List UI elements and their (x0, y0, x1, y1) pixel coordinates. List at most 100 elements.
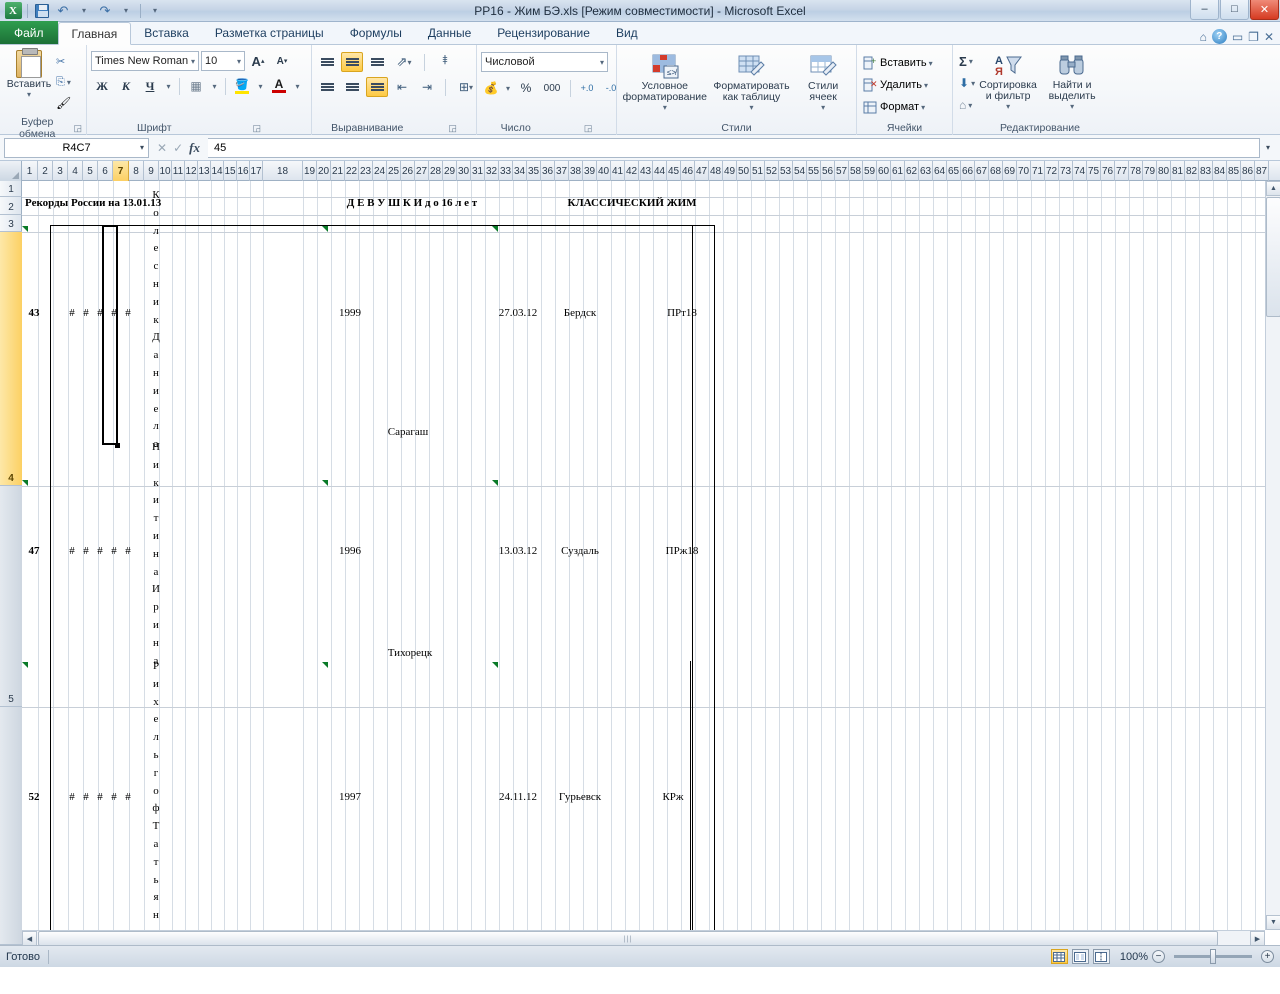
font-color-button[interactable]: A (268, 76, 290, 96)
font-size-input[interactable]: 10 ▾ (201, 51, 245, 71)
column-header-82[interactable]: 82 (1185, 161, 1199, 181)
column-header-81[interactable]: 81 (1171, 161, 1185, 181)
currency-dropdown[interactable]: ▾ (503, 78, 513, 98)
chevron-down-icon[interactable]: ▾ (140, 143, 144, 152)
active-cell-selection[interactable] (102, 225, 118, 445)
column-header-52[interactable]: 52 (765, 161, 779, 181)
redo-dropdown[interactable]: ▾ (117, 2, 135, 20)
home-icon[interactable]: ⌂ (1200, 30, 1207, 44)
column-header-65[interactable]: 65 (947, 161, 961, 181)
column-header-24[interactable]: 24 (373, 161, 387, 181)
column-header-48[interactable]: 48 (709, 161, 723, 181)
column-header-29[interactable]: 29 (443, 161, 457, 181)
column-header-72[interactable]: 72 (1045, 161, 1059, 181)
column-header-26[interactable]: 26 (401, 161, 415, 181)
column-header-53[interactable]: 53 (779, 161, 793, 181)
column-header-33[interactable]: 33 (499, 161, 513, 181)
normal-view-button[interactable] (1050, 949, 1068, 964)
column-header-74[interactable]: 74 (1073, 161, 1087, 181)
cancel-formula-icon[interactable]: ✕ (157, 141, 167, 155)
tab-insert[interactable]: Вставка (131, 21, 202, 44)
formula-input[interactable]: 45 (207, 137, 1260, 158)
align-top-button[interactable] (316, 52, 338, 72)
tab-formulas[interactable]: Формулы (337, 21, 415, 44)
find-select-button[interactable]: Найти и выделить ▾ (1039, 51, 1105, 111)
row-header-6[interactable] (0, 707, 22, 945)
align-left-button[interactable] (316, 77, 338, 97)
vertical-scroll-thumb[interactable] (1266, 197, 1280, 317)
maximize-button[interactable]: □ (1220, 0, 1249, 20)
close-window-icon[interactable]: ✕ (1264, 30, 1274, 44)
align-center-button[interactable] (341, 77, 363, 97)
undo-dropdown[interactable]: ▾ (75, 2, 93, 20)
zoom-in-button[interactable]: + (1261, 950, 1274, 963)
column-header-51[interactable]: 51 (751, 161, 765, 181)
wrap-text-button[interactable]: ⯒ (432, 52, 458, 72)
orientation-button[interactable]: ⇗ ▾ (391, 52, 417, 72)
format-painter-button[interactable]: 🖌 (54, 93, 73, 113)
sheet-cells-area[interactable]: Рекорды России на 13.01.13 Д Е В У Ш К И … (22, 181, 1265, 930)
redo-button[interactable]: ↷ (96, 2, 114, 20)
scroll-right-button[interactable]: ▶ (1250, 931, 1265, 945)
horizontal-scrollbar[interactable]: ◀ ||| ▶ (22, 930, 1265, 945)
column-header-59[interactable]: 59 (863, 161, 877, 181)
column-header-70[interactable]: 70 (1017, 161, 1031, 181)
column-header-27[interactable]: 27 (415, 161, 429, 181)
column-header-38[interactable]: 38 (569, 161, 583, 181)
bold-button[interactable]: Ж (91, 76, 113, 96)
column-header-46[interactable]: 46 (681, 161, 695, 181)
shrink-font-button[interactable]: A ▾ (271, 51, 293, 71)
row-header-5[interactable]: 5 (0, 486, 22, 707)
column-header-37[interactable]: 37 (555, 161, 569, 181)
column-header-42[interactable]: 42 (625, 161, 639, 181)
minimize-button[interactable]: – (1190, 0, 1219, 20)
column-header-19[interactable]: 19 (303, 161, 317, 181)
close-button[interactable]: ✕ (1250, 0, 1279, 20)
tab-home[interactable]: Главная (57, 22, 132, 45)
row-header-4[interactable]: 4 (0, 232, 22, 486)
column-header-3[interactable]: 3 (53, 161, 68, 181)
expand-formula-bar-button[interactable]: ▾ (1260, 138, 1276, 158)
column-header-15[interactable]: 15 (224, 161, 237, 181)
page-break-view-button[interactable] (1092, 949, 1110, 964)
horizontal-scroll-thumb[interactable]: ||| (38, 931, 1218, 945)
column-header-79[interactable]: 79 (1143, 161, 1157, 181)
cell-styles-button[interactable]: Стили ячеек ▾ (795, 52, 851, 112)
font-dialog-launcher-icon[interactable]: ◲ (253, 123, 262, 134)
column-header-61[interactable]: 61 (891, 161, 905, 181)
scroll-left-button[interactable]: ◀ (22, 931, 37, 945)
column-header-62[interactable]: 62 (905, 161, 919, 181)
underline-button[interactable]: Ч (139, 76, 161, 96)
format-cells-button[interactable]: Формат ▾ (861, 97, 927, 117)
column-header-85[interactable]: 85 (1227, 161, 1241, 181)
column-header-55[interactable]: 55 (807, 161, 821, 181)
column-header-69[interactable]: 69 (1003, 161, 1017, 181)
column-header-12[interactable]: 12 (185, 161, 198, 181)
number-dialog-launcher-icon[interactable]: ◲ (584, 123, 593, 134)
column-header-6[interactable]: 6 (98, 161, 113, 181)
restore-window-icon[interactable]: ❐ (1248, 30, 1259, 44)
column-header-45[interactable]: 45 (667, 161, 681, 181)
column-header-16[interactable]: 16 (237, 161, 250, 181)
column-header-41[interactable]: 41 (611, 161, 625, 181)
increase-decimal-button[interactable]: +.0 (576, 78, 598, 98)
column-header-47[interactable]: 47 (695, 161, 709, 181)
font-name-input[interactable]: Times New Roman ▾ (91, 51, 199, 71)
fill-color-dropdown[interactable]: ▾ (255, 76, 266, 96)
tab-data[interactable]: Данные (415, 21, 484, 44)
tab-page-layout[interactable]: Разметка страницы (202, 21, 337, 44)
column-header-80[interactable]: 80 (1157, 161, 1171, 181)
zoom-slider[interactable] (1174, 949, 1252, 964)
scroll-up-button[interactable]: ▲ (1266, 181, 1280, 196)
page-layout-view-button[interactable] (1071, 949, 1089, 964)
grow-font-button[interactable]: A ▴ (247, 51, 269, 71)
column-header-18[interactable]: 18 (263, 161, 303, 181)
column-header-83[interactable]: 83 (1199, 161, 1213, 181)
tab-file[interactable]: Файл (0, 21, 58, 44)
fill-color-button[interactable]: 🪣 (231, 76, 253, 96)
column-header-67[interactable]: 67 (975, 161, 989, 181)
column-header-40[interactable]: 40 (597, 161, 611, 181)
row-header-1[interactable]: 1 (0, 181, 22, 197)
column-header-86[interactable]: 86 (1241, 161, 1255, 181)
column-header-57[interactable]: 57 (835, 161, 849, 181)
